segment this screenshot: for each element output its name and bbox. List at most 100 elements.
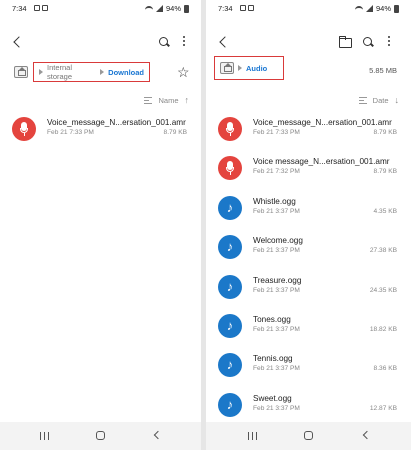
- home-folder-icon[interactable]: [14, 66, 28, 78]
- file-name: Tones.ogg: [253, 314, 291, 324]
- more-options-icon[interactable]: [177, 35, 191, 49]
- file-row[interactable]: Voice message_N...ersation_001.amr Feb 21…: [206, 153, 411, 192]
- file-date: Feb 21 7:33 PM: [47, 129, 94, 136]
- chevron-right-icon: [100, 69, 105, 75]
- music-note-icon: ♪: [218, 353, 242, 378]
- notification-icons: [240, 5, 254, 11]
- back-icon[interactable]: [218, 35, 232, 49]
- voice-recording-icon: [218, 117, 242, 141]
- status-time: 7:34: [12, 4, 27, 13]
- back-nav-icon[interactable]: [362, 430, 372, 440]
- navigation-bar: [0, 422, 201, 450]
- sort-bar[interactable]: Name ↑: [144, 94, 189, 106]
- app-bar: [0, 34, 201, 52]
- signal-icon: [365, 5, 373, 12]
- file-name: Treasure.ogg: [253, 275, 302, 285]
- file-name: Voice_message_N...ersation_001.amr: [253, 118, 392, 127]
- app-bar: [206, 34, 411, 52]
- recent-apps-icon[interactable]: [248, 432, 257, 440]
- file-date: Feb 21 3:37 PM: [253, 247, 300, 255]
- wifi-icon: [354, 5, 363, 12]
- sort-label: Date: [372, 95, 389, 105]
- search-icon[interactable]: [361, 35, 375, 49]
- battery-icon: [184, 4, 189, 13]
- sort-bar[interactable]: Date ↓: [358, 94, 400, 106]
- chevron-right-icon: [238, 65, 242, 71]
- file-name: Voice_message_N...ersation_001.amr: [47, 118, 186, 127]
- music-note-icon: ♪: [218, 195, 242, 220]
- file-size: 8.79 KB: [373, 129, 397, 136]
- file-name: Tennis.ogg: [253, 354, 293, 364]
- star-icon[interactable]: ☆: [177, 65, 190, 79]
- recent-apps-icon[interactable]: [40, 432, 49, 440]
- file-size: 18.82 KB: [369, 325, 397, 333]
- status-right: 94%: [354, 4, 399, 13]
- file-date: Feb 21 7:33 PM: [253, 129, 300, 136]
- path-bar: Audio 5.85 MB: [206, 56, 411, 82]
- sort-label: Name: [158, 95, 179, 105]
- wifi-icon: [144, 5, 153, 12]
- home-folder-icon[interactable]: [220, 62, 234, 74]
- storage-size: 5.85 MB: [369, 66, 397, 75]
- notification-icons: [34, 5, 48, 11]
- file-row[interactable]: ♪ Whistle.ogg Feb 21 3:37 PM 4.35 KB: [206, 193, 411, 232]
- signal-icon: [155, 5, 163, 12]
- sort-icon: [358, 96, 367, 104]
- file-size: 24.35 KB: [369, 286, 397, 294]
- file-row[interactable]: ♪ Treasure.ogg Feb 21 3:37 PM 24.35 KB: [206, 272, 411, 311]
- file-date: Feb 21 7:32 PM: [253, 168, 300, 176]
- home-icon[interactable]: [96, 431, 105, 440]
- breadcrumb-internal-storage[interactable]: Internal storage: [47, 63, 96, 81]
- music-note-icon: ♪: [218, 274, 242, 299]
- file-size: 12.87 KB: [369, 404, 397, 412]
- screenshot-stage: 7:34 94% Internal storage Download ☆ Nam…: [0, 0, 411, 450]
- music-note-icon: ♪: [218, 235, 242, 260]
- search-icon[interactable]: [157, 35, 171, 49]
- file-size: 8.79 KB: [373, 168, 397, 176]
- path-bar: Internal storage Download ☆: [0, 62, 201, 82]
- file-size: 8.36 KB: [373, 365, 397, 373]
- home-icon[interactable]: [304, 431, 313, 440]
- right-phone-screen: 7:34 94% Audio 5.85 MB Date ↓ Voice_mess…: [206, 0, 411, 450]
- file-list: Voice_message_N...ersation_001.amr Feb 21…: [0, 114, 201, 153]
- file-size: 4.35 KB: [373, 207, 397, 215]
- file-date: Feb 21 3:37 PM: [253, 286, 300, 294]
- file-name: Voice message_N...ersation_001.amr: [253, 157, 390, 167]
- breadcrumb: Audio: [214, 56, 284, 80]
- file-row[interactable]: ♪ Tones.ogg Feb 21 3:37 PM 18.82 KB: [206, 311, 411, 350]
- file-row[interactable]: ♪ Welcome.ogg Feb 21 3:37 PM 27.38 KB: [206, 232, 411, 271]
- file-row[interactable]: Voice_message_N...ersation_001.amr Feb 21…: [206, 114, 411, 153]
- status-bar: 7:34 94%: [218, 4, 399, 14]
- new-folder-icon[interactable]: [338, 35, 352, 49]
- breadcrumb-audio[interactable]: Audio: [246, 64, 267, 73]
- file-date: Feb 21 3:37 PM: [253, 365, 300, 373]
- file-row[interactable]: Voice_message_N...ersation_001.amr Feb 21…: [0, 114, 201, 153]
- battery-percent: 94%: [165, 4, 181, 13]
- file-size: 8.79 KB: [163, 129, 187, 136]
- breadcrumb: Internal storage Download: [33, 62, 150, 82]
- sort-icon: [144, 96, 153, 104]
- status-right: 94%: [144, 4, 189, 13]
- navigation-bar: [206, 422, 411, 450]
- status-bar: 7:34 94%: [12, 4, 189, 14]
- battery-icon: [394, 4, 399, 13]
- voice-recording-icon: [12, 117, 36, 141]
- file-date: Feb 21 3:37 PM: [253, 404, 300, 412]
- music-note-icon: ♪: [218, 313, 242, 338]
- file-row[interactable]: ♪ Tennis.ogg Feb 21 3:37 PM 8.36 KB: [206, 350, 411, 389]
- left-phone-screen: 7:34 94% Internal storage Download ☆ Nam…: [0, 0, 201, 450]
- sort-ascending-icon[interactable]: ↑: [185, 95, 190, 105]
- back-icon[interactable]: [12, 35, 26, 49]
- sort-descending-icon[interactable]: ↓: [395, 95, 400, 105]
- file-list: Voice_message_N...ersation_001.amr Feb 21…: [206, 114, 411, 429]
- more-options-icon[interactable]: [382, 35, 396, 49]
- back-nav-icon[interactable]: [153, 430, 163, 440]
- file-name: Whistle.ogg: [253, 196, 296, 206]
- chevron-right-icon: [39, 69, 43, 75]
- battery-percent: 94%: [375, 4, 391, 13]
- music-note-icon: ♪: [218, 392, 242, 417]
- breadcrumb-download[interactable]: Download: [108, 68, 144, 77]
- file-date: Feb 21 3:37 PM: [253, 325, 300, 333]
- file-size: 27.38 KB: [369, 247, 397, 255]
- file-date: Feb 21 3:37 PM: [253, 207, 300, 215]
